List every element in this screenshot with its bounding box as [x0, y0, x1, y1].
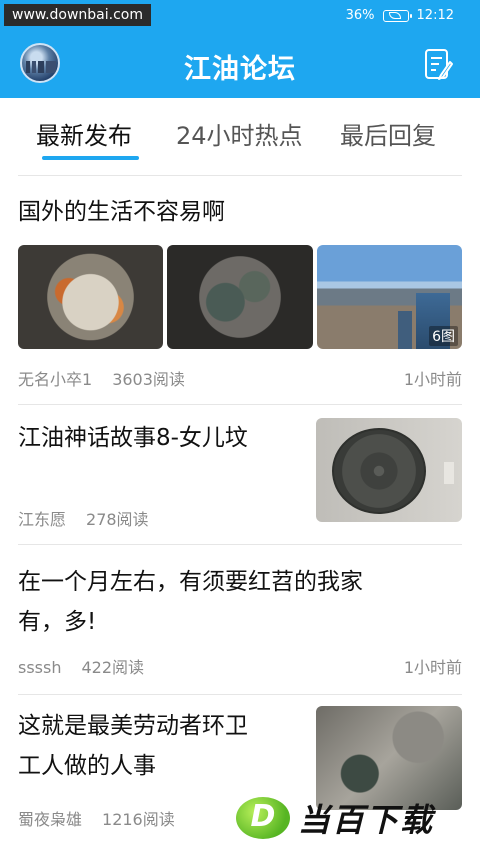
divider: [18, 404, 462, 405]
status-bar: 36% 12:12: [346, 8, 454, 23]
divider: [18, 175, 462, 176]
post-author[interactable]: 江东愿: [18, 510, 66, 529]
logo-icon: D: [236, 797, 290, 839]
download-site-logo: D 当百下载: [236, 796, 434, 840]
post-image[interactable]: 6图: [317, 245, 462, 349]
post-title: 江油神话故事8-女儿坟: [18, 425, 248, 451]
post-item[interactable]: 在一个月左右，有须要红苕的我家 有，多! ssssh 422阅读 1小时前: [18, 562, 462, 682]
post-meta: ssssh 422阅读: [18, 654, 144, 678]
read-count: 3603阅读: [112, 370, 185, 389]
battery-icon: [382, 9, 412, 22]
site-watermark: www.downbai.com: [4, 4, 151, 26]
post-title-line: 在一个月左右，有须要红苕的我家: [18, 569, 363, 595]
active-tab-indicator: [42, 156, 139, 160]
post-author[interactable]: 蜀夜枭雄: [18, 810, 82, 829]
post-title-line: 有，多!: [18, 609, 97, 635]
post-image[interactable]: [18, 245, 163, 349]
page-title: 江油论坛: [184, 54, 296, 85]
compose-button[interactable]: [424, 48, 454, 82]
battery-percent: 36%: [345, 8, 375, 23]
read-count: 278阅读: [86, 510, 149, 529]
post-title: 国外的生活不容易啊: [18, 199, 225, 225]
post-item[interactable]: 国外的生活不容易啊 6图 无名小卒1 3603阅读 1小时前: [18, 192, 462, 392]
divider: [18, 694, 462, 695]
post-item[interactable]: 江油神话故事8-女儿坟 江东愿 278阅读: [18, 418, 462, 530]
tab-last-reply[interactable]: 最后回复: [340, 116, 436, 151]
post-time: 1小时前: [403, 658, 462, 677]
read-count: 422阅读: [81, 658, 145, 677]
logo-text: 当百下载: [298, 801, 435, 839]
post-author[interactable]: ssssh: [18, 658, 61, 677]
post-title-line: 工人做的人事: [18, 753, 156, 779]
tab-24h-hot[interactable]: 24小时热点: [176, 116, 303, 151]
post-image[interactable]: [167, 245, 313, 349]
clock: 12:12: [416, 8, 454, 23]
image-count-badge: 6图: [429, 326, 458, 346]
app-header: www.downbai.com 36% 12:12 江油论坛: [0, 0, 480, 98]
post-title-line: 这就是最美劳动者环卫: [18, 713, 248, 739]
post-time: 1小时前: [403, 370, 462, 389]
post-meta: 江东愿 278阅读: [18, 506, 149, 530]
post-meta: 蜀夜枭雄 1216阅读: [18, 806, 175, 830]
edit-icon: [425, 49, 453, 80]
read-count: 1216阅读: [102, 810, 175, 829]
post-meta: 无名小卒1 3603阅读: [18, 366, 185, 390]
feed-tabs: 最新发布 24小时热点 最后回复: [0, 98, 480, 178]
tab-latest[interactable]: 最新发布: [36, 116, 132, 151]
post-image[interactable]: [316, 418, 462, 522]
divider: [18, 544, 462, 545]
post-author[interactable]: 无名小卒1: [18, 370, 92, 389]
